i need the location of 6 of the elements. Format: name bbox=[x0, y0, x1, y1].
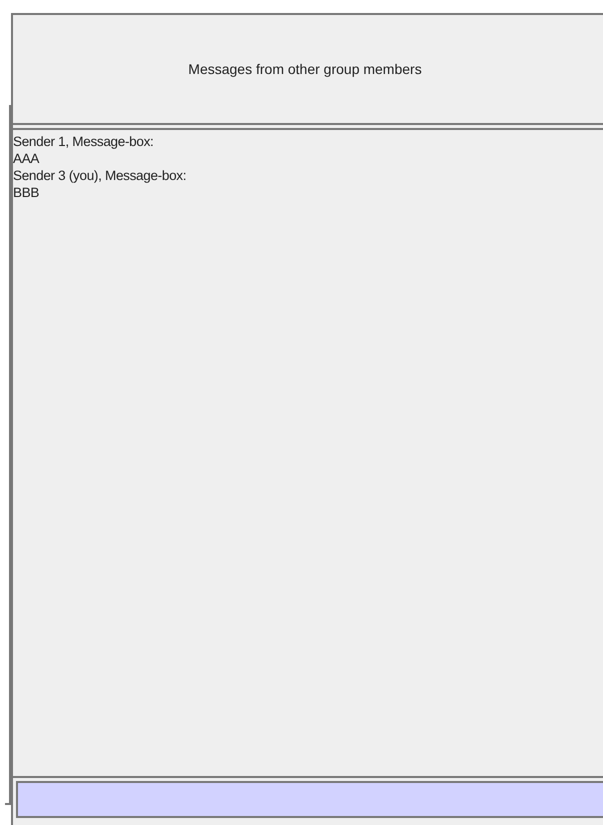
sender-label: Sender 3 (you), Message-box: bbox=[13, 167, 188, 184]
sender-label: Sender 1, Message-box: bbox=[13, 133, 154, 150]
message-text: BBB bbox=[13, 184, 40, 201]
panel-title: Messages from other group members bbox=[188, 61, 422, 77]
input-field[interactable] bbox=[16, 781, 603, 818]
message-text: AAA bbox=[13, 150, 40, 167]
